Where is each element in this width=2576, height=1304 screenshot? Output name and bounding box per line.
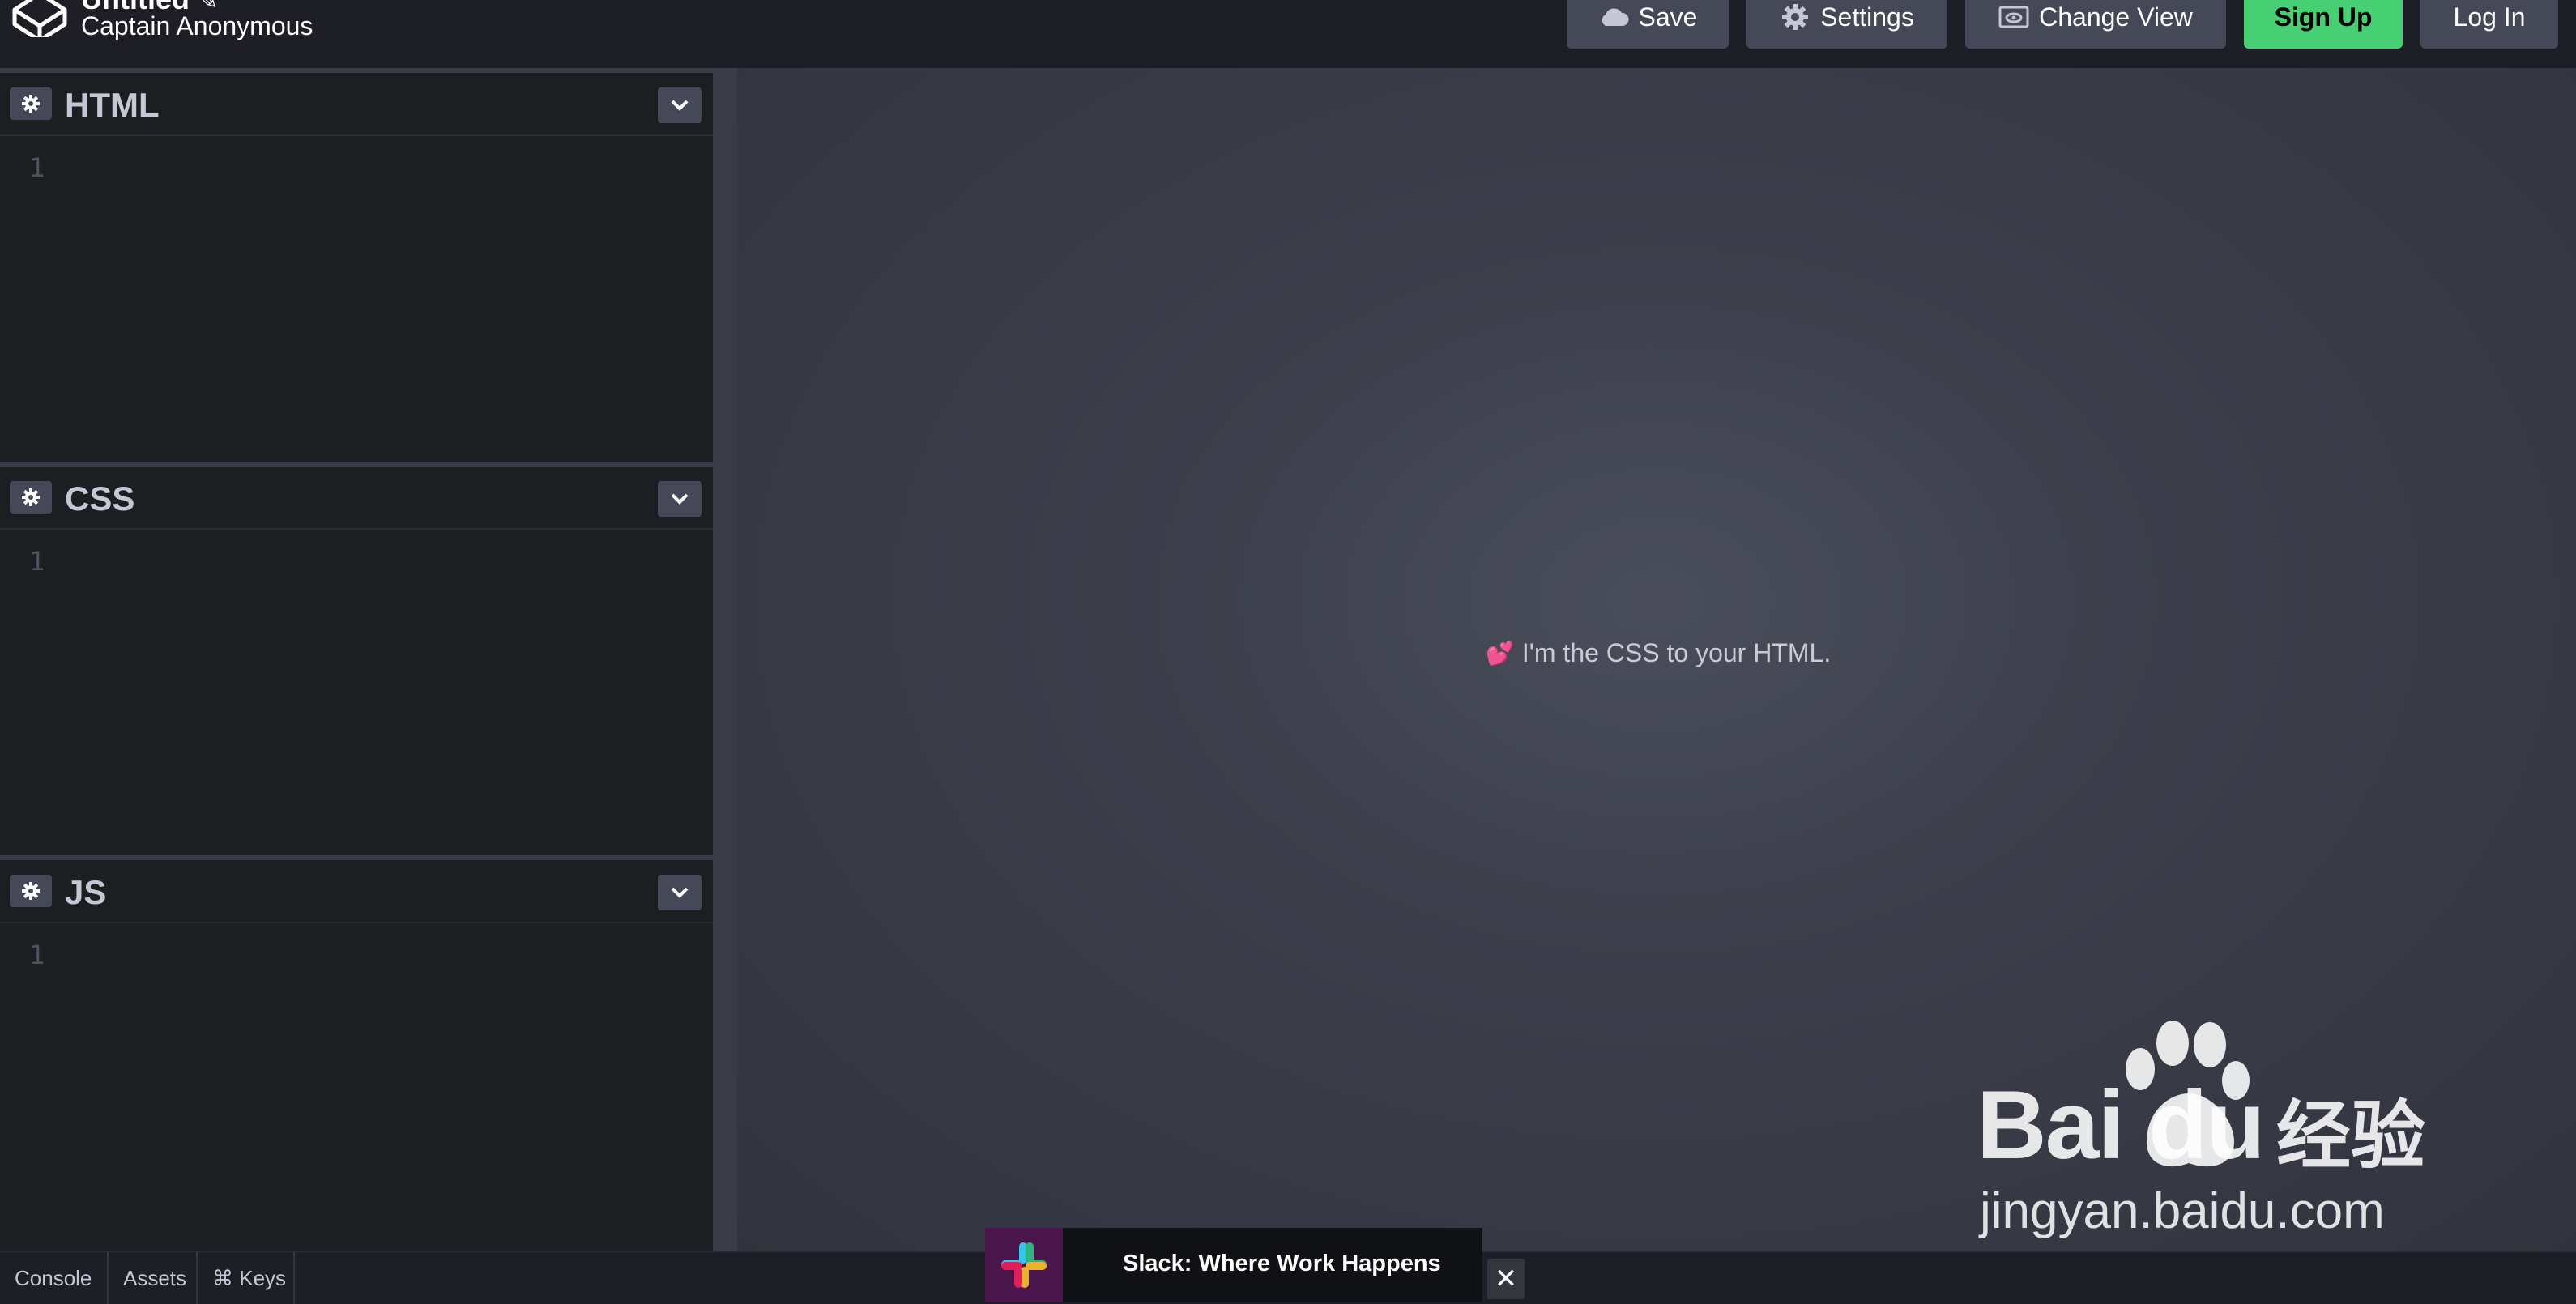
html-editor-header: HTML	[0, 73, 713, 136]
cloud-icon	[1598, 3, 1629, 31]
save-button[interactable]: Save	[1567, 0, 1729, 49]
pen-author: Captain Anonymous	[81, 11, 313, 40]
watermark-url: jingyan.baidu.com	[1980, 1183, 2385, 1239]
js-line-number: 1	[29, 940, 45, 970]
html-collapse-chevron-down-icon[interactable]	[658, 87, 702, 123]
html-editor-title: HTML	[65, 86, 160, 124]
js-collapse-chevron-down-icon[interactable]	[658, 875, 702, 910]
js-editor-header: JS	[0, 860, 713, 923]
css-editor-title: CSS	[65, 479, 135, 518]
css-editor-header: CSS	[0, 467, 713, 530]
js-editor[interactable]: JS 1	[0, 855, 713, 1251]
preview-message: 💕 I'm the CSS to your HTML.	[1486, 638, 1831, 668]
assets-button[interactable]: Assets	[109, 1252, 198, 1304]
css-collapse-chevron-down-icon[interactable]	[658, 481, 702, 517]
two-hearts-icon: 💕	[1486, 641, 1514, 666]
css-editor[interactable]: CSS 1	[0, 462, 713, 855]
html-editor[interactable]: HTML 1	[0, 68, 713, 462]
editor-resize-handle[interactable]	[713, 68, 737, 1251]
view-layout-icon	[1998, 3, 2029, 31]
html-line-number: 1	[29, 152, 45, 183]
ad-close-icon[interactable]: ✕	[1487, 1259, 1525, 1299]
codepen-logo-icon[interactable]	[11, 0, 68, 37]
preview-message-text: I'm the CSS to your HTML.	[1521, 638, 1832, 667]
css-settings-gear-icon[interactable]	[10, 481, 52, 514]
baidu-watermark: Bai du 经验 jingyan.baidu.com	[1977, 1021, 2479, 1247]
sign-up-button[interactable]: Sign Up	[2244, 0, 2403, 49]
css-line-number: 1	[29, 546, 45, 577]
ad-text: Slack: Where Work Happens	[1123, 1251, 1441, 1276]
slack-logo-icon	[985, 1228, 1063, 1302]
slack-ad[interactable]: Slack: Where Work Happens	[985, 1228, 1482, 1302]
js-editor-title: JS	[65, 873, 107, 911]
html-settings-gear-icon[interactable]	[10, 87, 52, 120]
header-bar: Untitled ✎ Captain Anonymous Save Settin…	[0, 0, 2576, 68]
settings-button[interactable]: Settings	[1746, 0, 1947, 49]
keys-button[interactable]: ⌘ Keys	[198, 1252, 295, 1304]
change-view-button[interactable]: Change View	[1965, 0, 2226, 49]
console-button[interactable]: Console	[0, 1252, 109, 1304]
log-in-button[interactable]: Log In	[2420, 0, 2558, 49]
js-settings-gear-icon[interactable]	[10, 875, 52, 907]
watermark-brand: Bai du	[1977, 1071, 2266, 1179]
gear-icon	[1780, 3, 1810, 31]
watermark-cn: 经验	[2276, 1095, 2426, 1178]
